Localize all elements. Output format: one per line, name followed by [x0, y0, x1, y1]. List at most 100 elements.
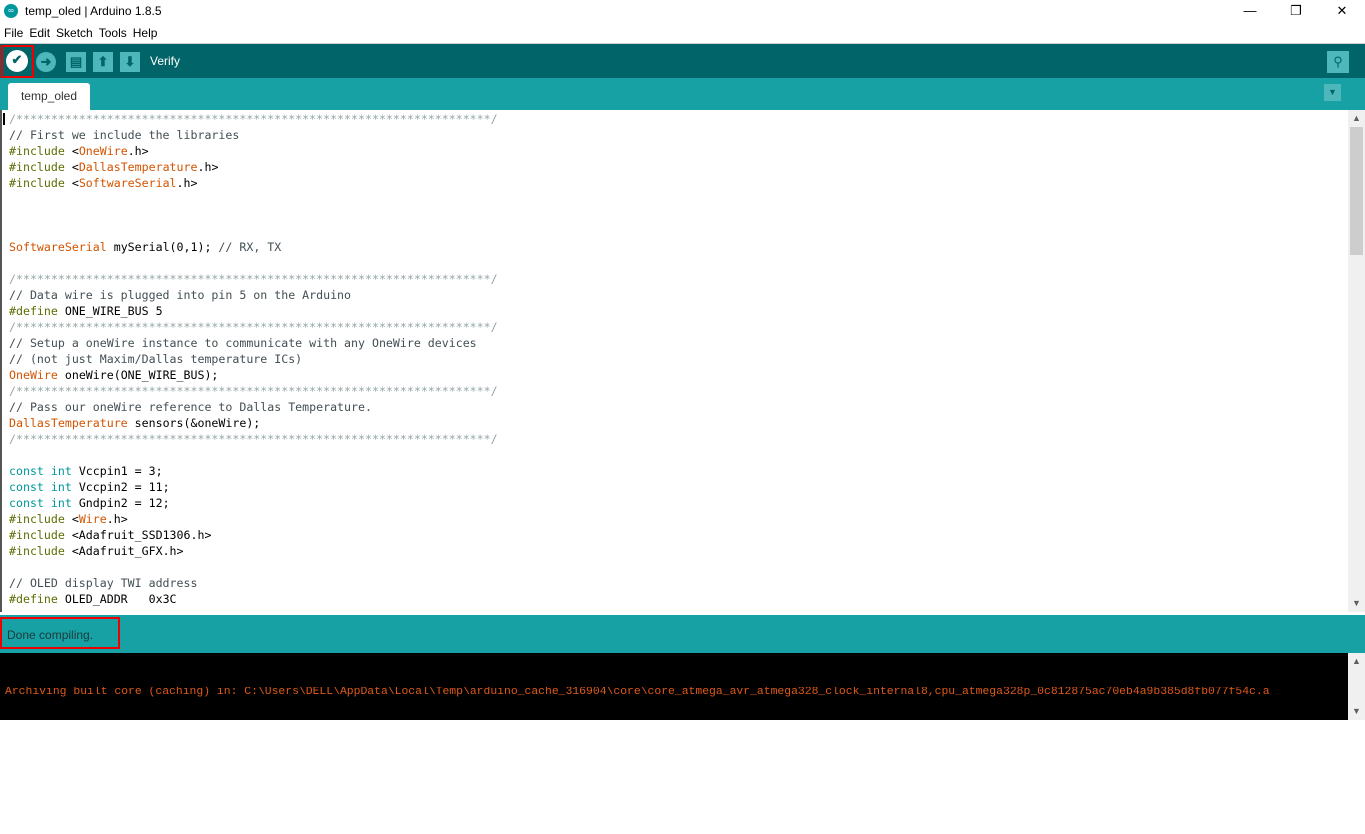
tab-temp-oled[interactable]: temp_oled	[8, 83, 90, 110]
open-button[interactable]: ⬆	[93, 52, 113, 72]
code-token: #include	[9, 544, 72, 558]
code-token: /***************************************…	[9, 112, 498, 126]
new-button[interactable]: ▤	[66, 52, 86, 72]
code-token: #include	[9, 528, 72, 542]
arrow-right-icon: ➜	[40, 54, 52, 69]
code-token: // OLED display TWI address	[9, 576, 198, 590]
toolbar: ✔ ➜ ▤ ⬆ ⬇ Verify ⚲	[0, 44, 1365, 78]
check-icon: ✔	[11, 52, 23, 67]
code-editor[interactable]: /***************************************…	[0, 110, 1348, 612]
code-token: ONE_WIRE_BUS 5	[64, 304, 163, 318]
code-token: DallasTemperature	[9, 416, 128, 430]
close-button[interactable]: ✕	[1319, 0, 1365, 22]
arrow-down-icon: ⬇	[124, 54, 136, 69]
code-token: oneWire(ONE_WIRE_BUS);	[57, 368, 219, 382]
editor-area: /***************************************…	[0, 110, 1365, 612]
code-token: OneWire	[78, 144, 128, 158]
scroll-up-icon[interactable]: ▲	[1348, 653, 1365, 670]
menu-edit[interactable]: Edit	[29, 26, 50, 40]
code-line: // (not just Maxim/Dallas temperature IC…	[9, 351, 1348, 367]
code-token: // (not just Maxim/Dallas temperature IC…	[9, 352, 303, 366]
code-token: Vccpin1 = 3;	[71, 464, 163, 478]
code-line: #define ONE_WIRE_BUS 5	[9, 303, 1348, 319]
code-token: // RX, TX	[218, 240, 282, 254]
code-token: .h>	[127, 144, 149, 158]
window-title: temp_oled | Arduino 1.8.5	[25, 4, 162, 18]
code-line: // Setup a oneWire instance to communica…	[9, 335, 1348, 351]
code-line: #include <Adafruit_SSD1306.h>	[9, 527, 1348, 543]
code-token: <	[71, 144, 79, 158]
scrollbar-thumb[interactable]	[1350, 127, 1363, 255]
code-line: #include <Adafruit_GFX.h>	[9, 543, 1348, 559]
menu-help[interactable]: Help	[133, 26, 158, 40]
console-line: Archiving built core (caching) in: C:\Us…	[5, 687, 1270, 698]
code-token: #include	[9, 176, 72, 190]
code-token: /***************************************…	[9, 432, 498, 446]
chevron-down-icon: ▼	[1328, 87, 1337, 97]
tab-menu-button[interactable]: ▼	[1324, 84, 1341, 101]
arduino-logo-icon: ∞	[4, 4, 18, 18]
scroll-down-icon[interactable]: ▼	[1348, 703, 1365, 720]
status-bar: Done compiling.	[0, 615, 1365, 653]
menu-sketch[interactable]: Sketch	[56, 26, 93, 40]
menu-tools[interactable]: Tools	[99, 26, 127, 40]
code-line: const int Vccpin2 = 11;	[9, 479, 1348, 495]
tab-bar: temp_oled ▼	[0, 78, 1365, 110]
menu-bar: File Edit Sketch Tools Help	[0, 22, 1365, 44]
code-token: Wire	[78, 512, 107, 526]
code-token: .h>	[197, 160, 219, 174]
code-line: // Pass our oneWire reference to Dallas …	[9, 399, 1348, 415]
verify-button[interactable]: ✔	[6, 50, 28, 72]
toolbar-hover-label: Verify	[150, 54, 181, 68]
upload-button[interactable]: ➜	[36, 52, 56, 72]
code-token: SoftwareSerial	[9, 240, 107, 254]
code-line: #include <OneWire.h>	[9, 143, 1348, 159]
code-token: .h>	[176, 176, 198, 190]
scroll-up-icon[interactable]: ▲	[1348, 110, 1365, 127]
code-line: const int Vccpin1 = 3;	[9, 463, 1348, 479]
maximize-button[interactable]: ❐	[1273, 0, 1319, 22]
code-token: <Adafruit_SSD1306.h>	[71, 528, 212, 542]
code-line: DallasTemperature sensors(&oneWire);	[9, 415, 1348, 431]
code-token: // First we include the libraries	[9, 128, 240, 142]
code-token: <Adafruit_GFX.h>	[71, 544, 184, 558]
minimize-button[interactable]: —	[1227, 0, 1273, 22]
code-line: #include <SoftwareSerial.h>	[9, 175, 1348, 191]
code-token: .h>	[106, 512, 128, 526]
console-output: Archiving built core (caching) in: C:\Us…	[0, 653, 1348, 797]
code-line: /***************************************…	[9, 319, 1348, 335]
code-token: #include	[9, 160, 72, 174]
code-line: /***************************************…	[9, 111, 1348, 127]
code-token: <	[71, 160, 79, 174]
status-message: Done compiling.	[7, 628, 94, 642]
code-token: /***************************************…	[9, 272, 498, 286]
code-token: const	[9, 464, 44, 478]
code-lines: /***************************************…	[2, 110, 1348, 607]
code-token: OLED_ADDR 0x3C	[64, 592, 177, 606]
scroll-down-icon[interactable]: ▼	[1348, 595, 1365, 612]
text-caret	[3, 113, 5, 125]
code-token: const	[9, 480, 44, 494]
editor-scrollbar[interactable]: ▲ ▼	[1348, 110, 1365, 612]
code-token: int	[50, 480, 72, 494]
code-line: // OLED display TWI address	[9, 575, 1348, 591]
console-scrollbar[interactable]: ▲ ▼	[1348, 653, 1365, 720]
code-token: <	[71, 512, 79, 526]
serial-monitor-button[interactable]: ⚲	[1327, 51, 1349, 73]
console-line: Sketch uses 19088 bytes (58%) of program…	[5, 734, 546, 746]
code-token: /***************************************…	[9, 384, 498, 398]
code-line: #define OLED_ADDR 0x3C	[9, 591, 1348, 607]
console-area: Archiving built core (caching) in: C:\Us…	[0, 653, 1365, 797]
code-line: /***************************************…	[9, 431, 1348, 447]
menu-file[interactable]: File	[4, 26, 23, 40]
code-token: // Setup a oneWire instance to communica…	[9, 336, 477, 350]
save-button[interactable]: ⬇	[120, 52, 140, 72]
code-line: // Data wire is plugged into pin 5 on th…	[9, 287, 1348, 303]
